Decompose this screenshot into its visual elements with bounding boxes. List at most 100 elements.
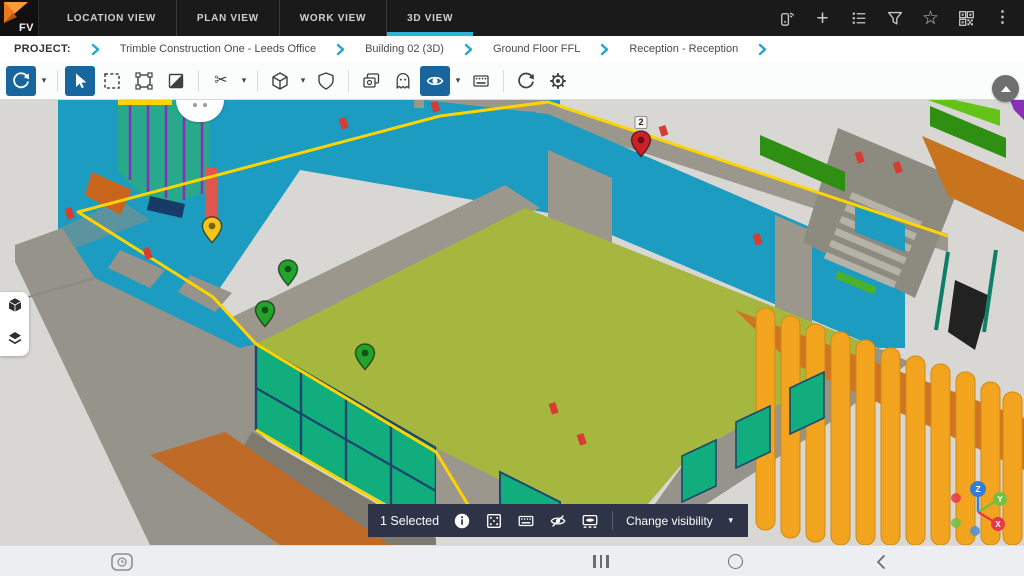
contrast-icon bbox=[166, 71, 186, 91]
model-side-panel bbox=[0, 292, 29, 356]
snapshots-button[interactable] bbox=[356, 66, 386, 96]
axis-neg-z-dot bbox=[970, 526, 980, 536]
top-bar-actions: + ☆ ⋮ bbox=[777, 0, 1024, 36]
selection-count: 1 Selected bbox=[380, 514, 439, 528]
orientation-gizmo[interactable]: Z Y X bbox=[942, 478, 1014, 542]
app-window: FV LOCATION VIEW PLAN VIEW WORK VIEW 3D … bbox=[0, 0, 1024, 576]
tab-label: WORK VIEW bbox=[300, 13, 366, 24]
change-visibility-button[interactable]: Change visibility bbox=[626, 514, 713, 528]
clock-window-icon[interactable] bbox=[106, 546, 138, 576]
cube-icon bbox=[270, 71, 290, 91]
collapse-toolbar-button[interactable] bbox=[992, 75, 1019, 102]
chevron-right-icon bbox=[600, 43, 609, 56]
breadcrumb-item-floor[interactable]: Ground Floor FFL bbox=[493, 43, 580, 55]
ghost-icon bbox=[393, 71, 413, 91]
refresh-button[interactable] bbox=[511, 66, 541, 96]
tab-plan-view[interactable]: PLAN VIEW bbox=[176, 0, 279, 36]
task-list-icon[interactable] bbox=[849, 9, 868, 28]
breadcrumb-item-room[interactable]: Reception - Reception bbox=[629, 43, 738, 55]
eye-icon bbox=[425, 71, 445, 91]
orbit-tool-button[interactable] bbox=[6, 66, 36, 96]
orbit-icon bbox=[11, 71, 31, 91]
info-button[interactable] bbox=[452, 511, 471, 530]
3d-viewport[interactable]: 2 bbox=[0, 100, 1024, 545]
back-button[interactable] bbox=[868, 546, 894, 576]
toolbar-separator bbox=[257, 70, 258, 92]
logo-text: FV bbox=[19, 22, 34, 34]
view-tabs: LOCATION VIEW PLAN VIEW WORK VIEW 3D VIE… bbox=[47, 0, 473, 36]
visibility-dropdown-caret-icon[interactable]: ▾ bbox=[726, 515, 736, 526]
marquee-select-button[interactable] bbox=[97, 66, 127, 96]
orbit-caret-down-icon[interactable]: ▾ bbox=[37, 75, 51, 86]
pin-yellow[interactable] bbox=[201, 216, 223, 244]
qr-scan-icon[interactable] bbox=[957, 9, 976, 28]
axis-x-label: X bbox=[995, 520, 1001, 529]
chevron-up-icon bbox=[1001, 86, 1011, 92]
filter-icon[interactable] bbox=[885, 9, 904, 28]
view-cube-button[interactable] bbox=[265, 66, 295, 96]
select-tool-button[interactable] bbox=[65, 66, 95, 96]
show-only-button[interactable] bbox=[580, 511, 599, 530]
tab-3d-view[interactable]: 3D VIEW bbox=[386, 0, 473, 36]
axis-neg-x-dot bbox=[951, 493, 961, 503]
toolbar-separator bbox=[198, 70, 199, 92]
tab-location-view[interactable]: LOCATION VIEW bbox=[47, 0, 176, 36]
cut-tool-button[interactable]: ✂ bbox=[206, 66, 236, 96]
toolbar-separator bbox=[57, 70, 58, 92]
scanner-device-icon[interactable] bbox=[777, 9, 796, 28]
tab-label: 3D VIEW bbox=[407, 13, 453, 24]
snapshots-icon bbox=[361, 71, 381, 91]
breadcrumb: PROJECT: Trimble Construction One - Leed… bbox=[0, 36, 1024, 63]
scissors-icon: ✂ bbox=[214, 73, 227, 89]
shield-icon bbox=[316, 71, 336, 91]
tab-label: PLAN VIEW bbox=[197, 13, 259, 24]
pin-green-3[interactable] bbox=[354, 343, 376, 371]
pin-green-2[interactable] bbox=[254, 300, 276, 328]
cut-caret-down-icon[interactable]: ▾ bbox=[237, 75, 251, 86]
contrast-button[interactable] bbox=[161, 66, 191, 96]
add-icon[interactable]: + bbox=[813, 9, 832, 28]
model-toolbar: ▾ ✂ ▾ ▾ ▾ bbox=[0, 62, 1024, 100]
axis-y-label: Y bbox=[997, 495, 1003, 504]
visibility-tool-button[interactable] bbox=[420, 66, 450, 96]
layers-button[interactable] bbox=[7, 330, 23, 351]
model-cube-button[interactable] bbox=[7, 297, 23, 318]
measure-grid-button[interactable] bbox=[466, 66, 496, 96]
hide-button[interactable] bbox=[548, 511, 567, 530]
view-cube-caret-down-icon[interactable]: ▾ bbox=[296, 75, 310, 86]
selection-toolbar: 1 Selected Change visibility ▾ bbox=[368, 504, 748, 537]
visibility-caret-down-icon[interactable]: ▾ bbox=[451, 75, 465, 86]
favorite-icon[interactable]: ☆ bbox=[921, 9, 940, 28]
isolate-button[interactable] bbox=[484, 511, 503, 530]
axis-z-label: Z bbox=[975, 484, 980, 494]
top-bar: FV LOCATION VIEW PLAN VIEW WORK VIEW 3D … bbox=[0, 0, 1024, 36]
refresh-icon bbox=[516, 71, 536, 91]
tab-label: LOCATION VIEW bbox=[67, 13, 156, 24]
section-shield-button[interactable] bbox=[311, 66, 341, 96]
chevron-right-icon bbox=[336, 43, 345, 56]
breadcrumb-item-building[interactable]: Building 02 (3D) bbox=[365, 43, 444, 55]
pin-count-badge: 2 bbox=[634, 116, 647, 129]
breadcrumb-item-project[interactable]: Trimble Construction One - Leeds Office bbox=[120, 43, 316, 55]
measure-grid-icon bbox=[471, 71, 491, 91]
recent-apps-button[interactable] bbox=[586, 546, 616, 576]
breadcrumb-prefix: PROJECT: bbox=[14, 43, 71, 55]
pin-red[interactable]: 2 bbox=[630, 130, 652, 158]
polygon-select-button[interactable] bbox=[129, 66, 159, 96]
chevron-right-icon bbox=[758, 43, 767, 56]
settings-button[interactable] bbox=[543, 66, 573, 96]
app-logo[interactable]: FV bbox=[0, 0, 39, 36]
overflow-menu-icon[interactable]: ⋮ bbox=[993, 9, 1012, 28]
polygon-select-icon bbox=[134, 71, 154, 91]
measure-grid-button[interactable] bbox=[516, 511, 535, 530]
marquee-icon bbox=[102, 71, 122, 91]
chevron-right-icon bbox=[464, 43, 473, 56]
pin-layer: 2 bbox=[0, 100, 1024, 545]
cursor-icon bbox=[70, 71, 90, 91]
tab-work-view[interactable]: WORK VIEW bbox=[279, 0, 386, 36]
home-button[interactable] bbox=[722, 546, 748, 576]
gear-icon bbox=[548, 71, 568, 91]
ghost-mode-button[interactable] bbox=[388, 66, 418, 96]
toolbar-separator bbox=[348, 70, 349, 92]
pin-green-1[interactable] bbox=[277, 259, 299, 287]
